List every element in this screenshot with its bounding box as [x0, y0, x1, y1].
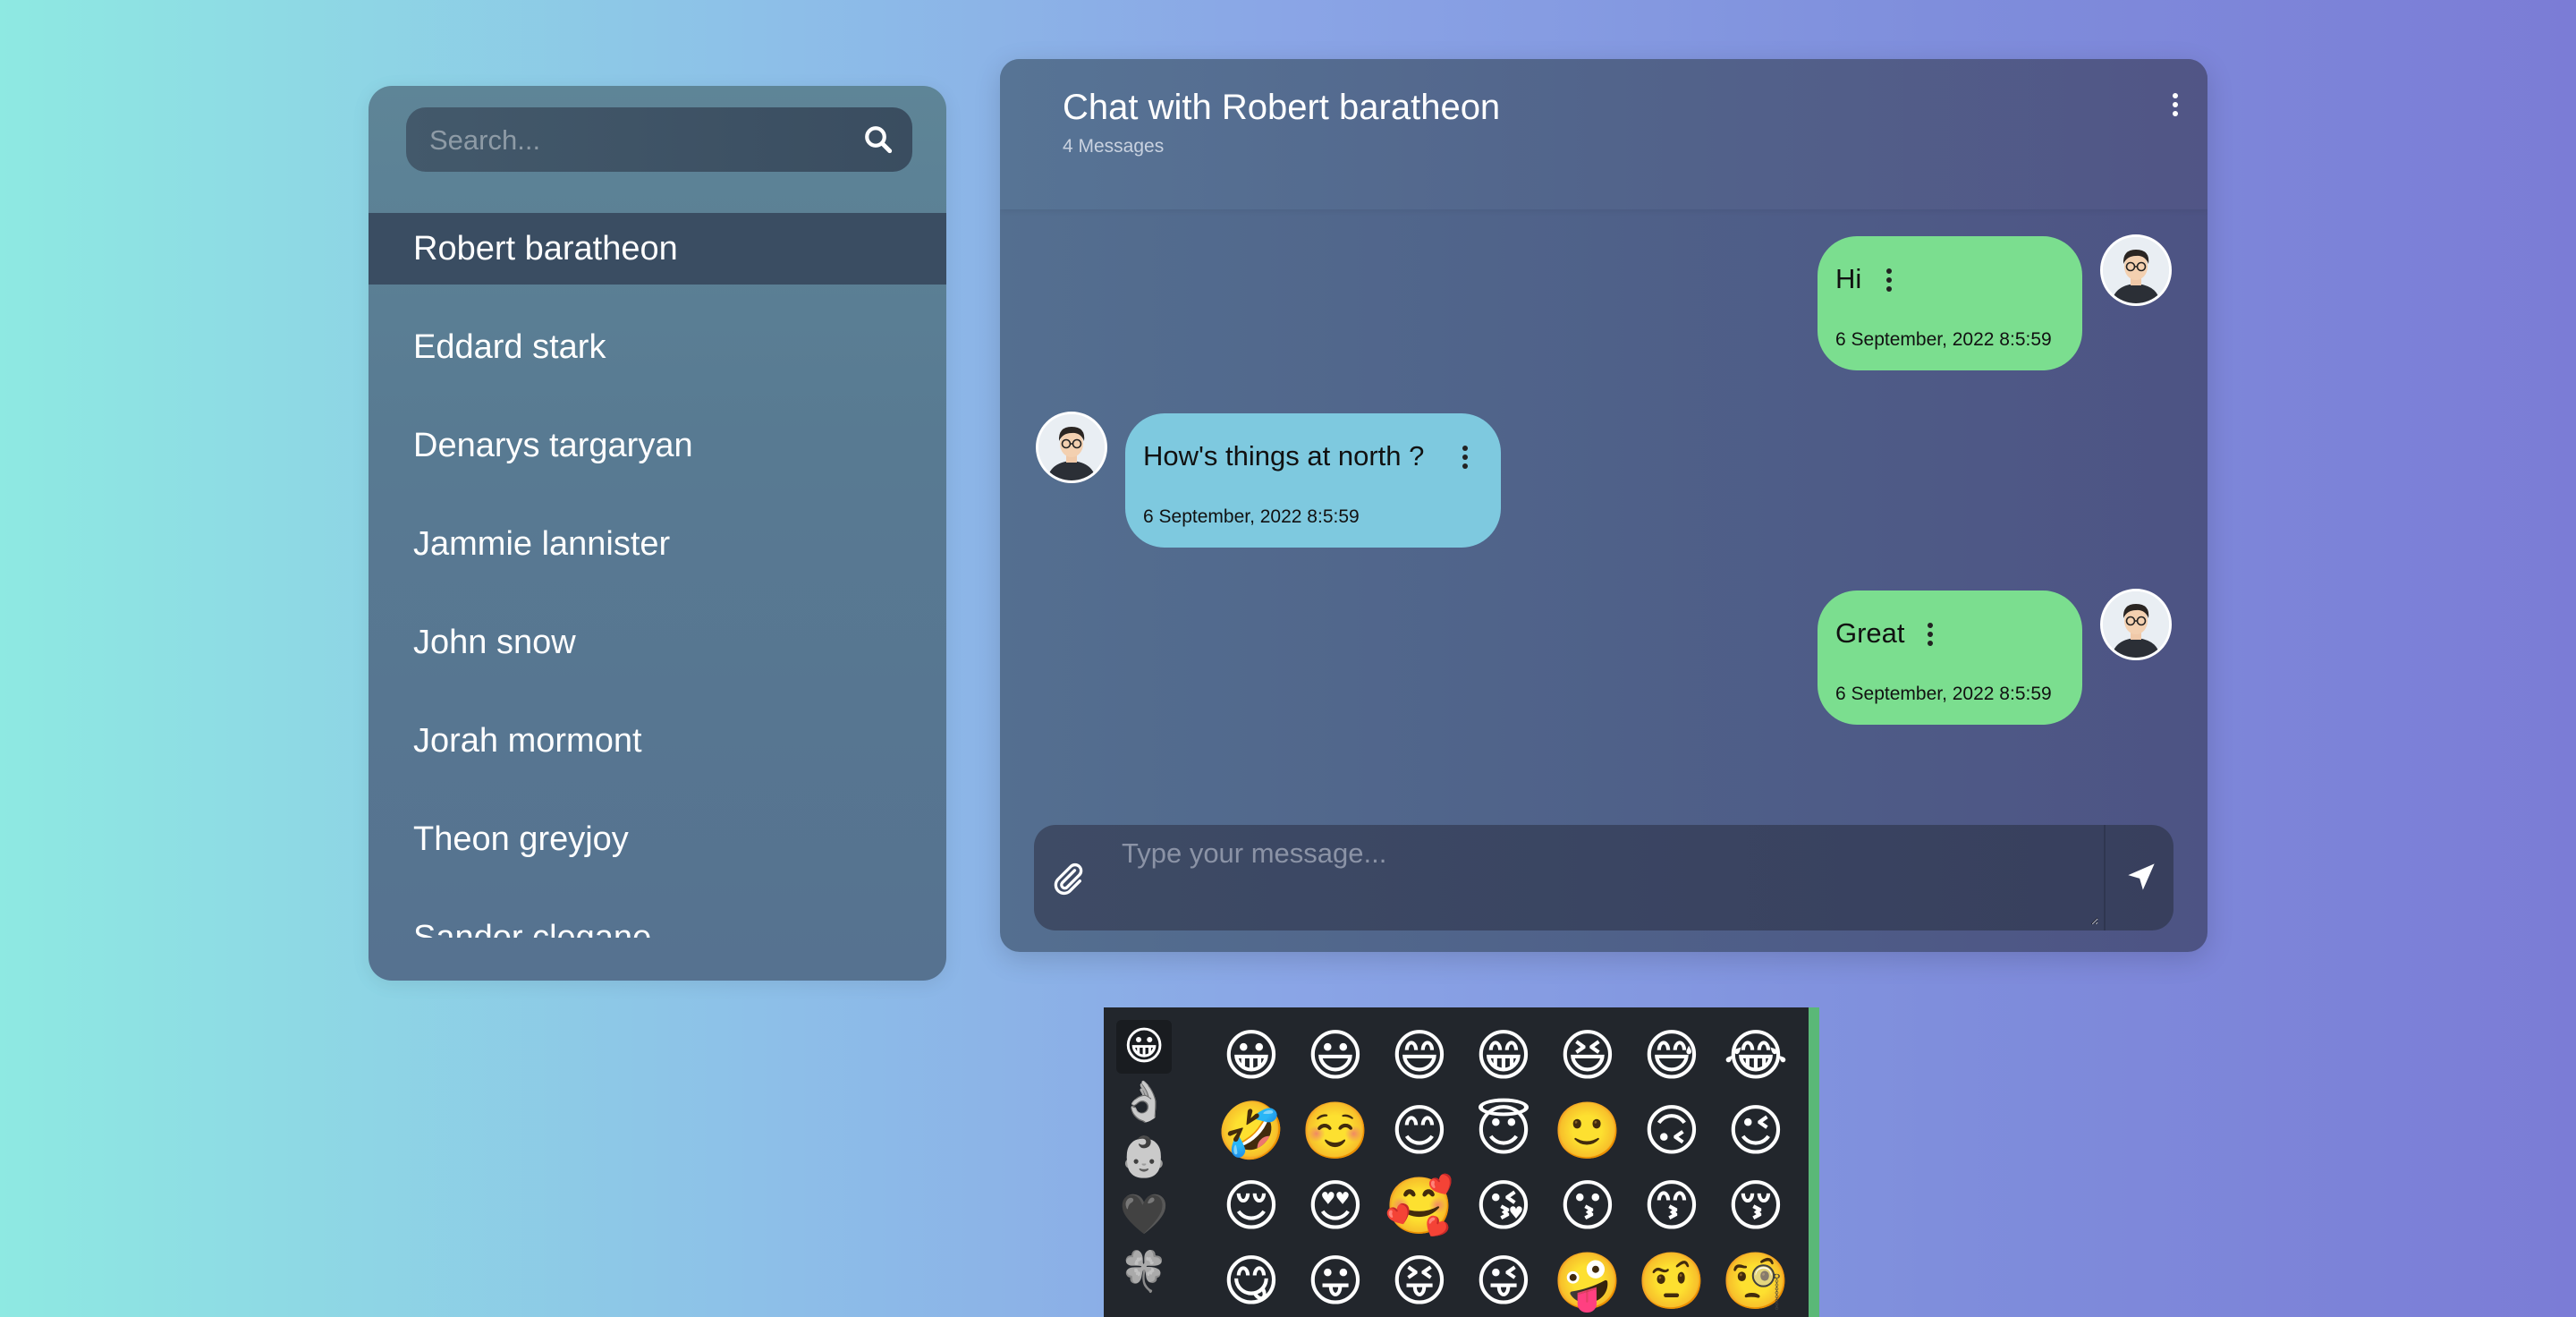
- emoji-option[interactable]: 😜: [1462, 1244, 1546, 1317]
- emoji-option[interactable]: 😉: [1714, 1093, 1798, 1168]
- message-bubble-own: Hi 6 September, 2022 8:5:59: [1818, 236, 2082, 370]
- emoji-option[interactable]: 😆: [1546, 1018, 1630, 1093]
- message-options-icon[interactable]: [1925, 623, 1936, 650]
- message-text: How's things at north ?: [1143, 440, 1425, 472]
- emoji-option[interactable]: 😄: [1377, 1018, 1462, 1093]
- emoji-category-smileys-icon[interactable]: 😀: [1116, 1020, 1172, 1074]
- emoji-option[interactable]: 😇: [1462, 1093, 1546, 1168]
- emoji-category-bar: 😀 👌 👶 🖤 🍀: [1104, 1007, 1193, 1317]
- message-options-icon[interactable]: [1460, 446, 1470, 472]
- emoji-option[interactable]: 😚: [1714, 1168, 1798, 1244]
- contact-list: Robert baratheon Eddard stark Denarys ta…: [369, 213, 946, 938]
- contact-item-theon-greyjoy[interactable]: Theon greyjoy: [369, 803, 946, 875]
- message-input[interactable]: [1120, 836, 2098, 925]
- contact-item-john-snow[interactable]: John snow: [369, 607, 946, 678]
- emoji-option[interactable]: ☺️: [1293, 1093, 1377, 1168]
- user-avatar-icon: [2103, 237, 2169, 303]
- avatar: [1036, 412, 1107, 483]
- message-text: Hi: [1835, 263, 1862, 294]
- emoji-option[interactable]: 🤪: [1546, 1244, 1630, 1317]
- avatar: [2100, 234, 2172, 306]
- search-input[interactable]: [428, 107, 843, 174]
- message-timestamp: 6 September, 2022 8:5:59: [1835, 684, 2052, 704]
- emoji-category-people-icon[interactable]: 👶: [1116, 1131, 1172, 1185]
- message-count: 4 Messages: [1063, 136, 1165, 157]
- emoji-option[interactable]: 🙃: [1630, 1093, 1714, 1168]
- emoji-picker: 😀 👌 👶 🖤 🍀 😀 😃 😄 😁 😆 😅 😂 🤣 ☺️ 😊 😇 🙂 🙃 😉 😌 😍 🥰 😘 😗 😙 😚 😋 😛 😝 😜 🤪 🤨 🧐: [1104, 1007, 1819, 1317]
- emoji-option[interactable]: 😗: [1546, 1168, 1630, 1244]
- emoji-option[interactable]: 😌: [1209, 1168, 1293, 1244]
- message-bubble-other: How's things at north ? 6 September, 202…: [1125, 413, 1501, 548]
- send-icon[interactable]: [2122, 857, 2161, 896]
- chat-options-menu-icon[interactable]: [2170, 93, 2181, 120]
- emoji-option[interactable]: 😙: [1630, 1168, 1714, 1244]
- emoji-option[interactable]: 😅: [1630, 1018, 1714, 1093]
- emoji-option[interactable]: 🤨: [1630, 1244, 1714, 1317]
- message-bubble-own: Great 6 September, 2022 8:5:59: [1818, 591, 2082, 725]
- contact-item-denarys-targaryan[interactable]: Denarys targaryan: [369, 410, 946, 481]
- message-timestamp: 6 September, 2022 8:5:59: [1143, 506, 1360, 527]
- paperclip-icon[interactable]: [1050, 861, 1086, 896]
- chat-title: Chat with Robert baratheon: [1063, 88, 1501, 127]
- search-icon[interactable]: [862, 123, 894, 156]
- message-options-icon[interactable]: [1884, 268, 1894, 295]
- emoji-option[interactable]: 😘: [1462, 1168, 1546, 1244]
- emoji-option[interactable]: 🧐: [1714, 1244, 1798, 1317]
- emoji-option[interactable]: 😁: [1462, 1018, 1546, 1093]
- chat-panel: Chat with Robert baratheon 4 Messages Hi…: [1000, 59, 2207, 952]
- emoji-option[interactable]: 😃: [1293, 1018, 1377, 1093]
- contacts-sidebar: Robert baratheon Eddard stark Denarys ta…: [369, 86, 946, 981]
- message-text: Great: [1835, 617, 1905, 649]
- composer-divider: [2104, 825, 2106, 930]
- emoji-option[interactable]: 😀: [1209, 1018, 1293, 1093]
- emoji-option[interactable]: 😍: [1293, 1168, 1377, 1244]
- emoji-option[interactable]: 😊: [1377, 1093, 1462, 1168]
- emoji-category-symbols-icon[interactable]: 🖤: [1116, 1188, 1172, 1242]
- contact-item-jammie-lannister[interactable]: Jammie lannister: [369, 508, 946, 580]
- contact-item-sandor-clegane[interactable]: Sandor clegane: [369, 902, 946, 938]
- contact-item-robert-baratheon[interactable]: Robert baratheon: [369, 213, 946, 285]
- emoji-scrollbar[interactable]: [1809, 1007, 1819, 1317]
- user-avatar-icon: [2103, 591, 2169, 658]
- emoji-option[interactable]: 😋: [1209, 1244, 1293, 1317]
- emoji-category-nature-icon[interactable]: 🍀: [1116, 1245, 1172, 1299]
- emoji-option[interactable]: 🥰: [1377, 1168, 1462, 1244]
- emoji-option[interactable]: 😛: [1293, 1244, 1377, 1317]
- message-timestamp: 6 September, 2022 8:5:59: [1835, 329, 2052, 350]
- emoji-category-gestures-icon[interactable]: 👌: [1116, 1075, 1172, 1129]
- search-box: [406, 107, 912, 174]
- emoji-option[interactable]: 😝: [1377, 1244, 1462, 1317]
- emoji-option[interactable]: 🙂: [1546, 1093, 1630, 1168]
- contact-item-eddard-stark[interactable]: Eddard stark: [369, 311, 946, 383]
- chat-header: Chat with Robert baratheon 4 Messages: [1000, 59, 2207, 209]
- emoji-option[interactable]: 😂: [1714, 1018, 1798, 1093]
- emoji-option[interactable]: 🤣: [1209, 1093, 1293, 1168]
- avatar: [2100, 589, 2172, 660]
- message-composer: [1034, 825, 2174, 930]
- user-avatar-icon: [1038, 414, 1105, 480]
- contact-item-jorah-mormont[interactable]: Jorah mormont: [369, 705, 946, 777]
